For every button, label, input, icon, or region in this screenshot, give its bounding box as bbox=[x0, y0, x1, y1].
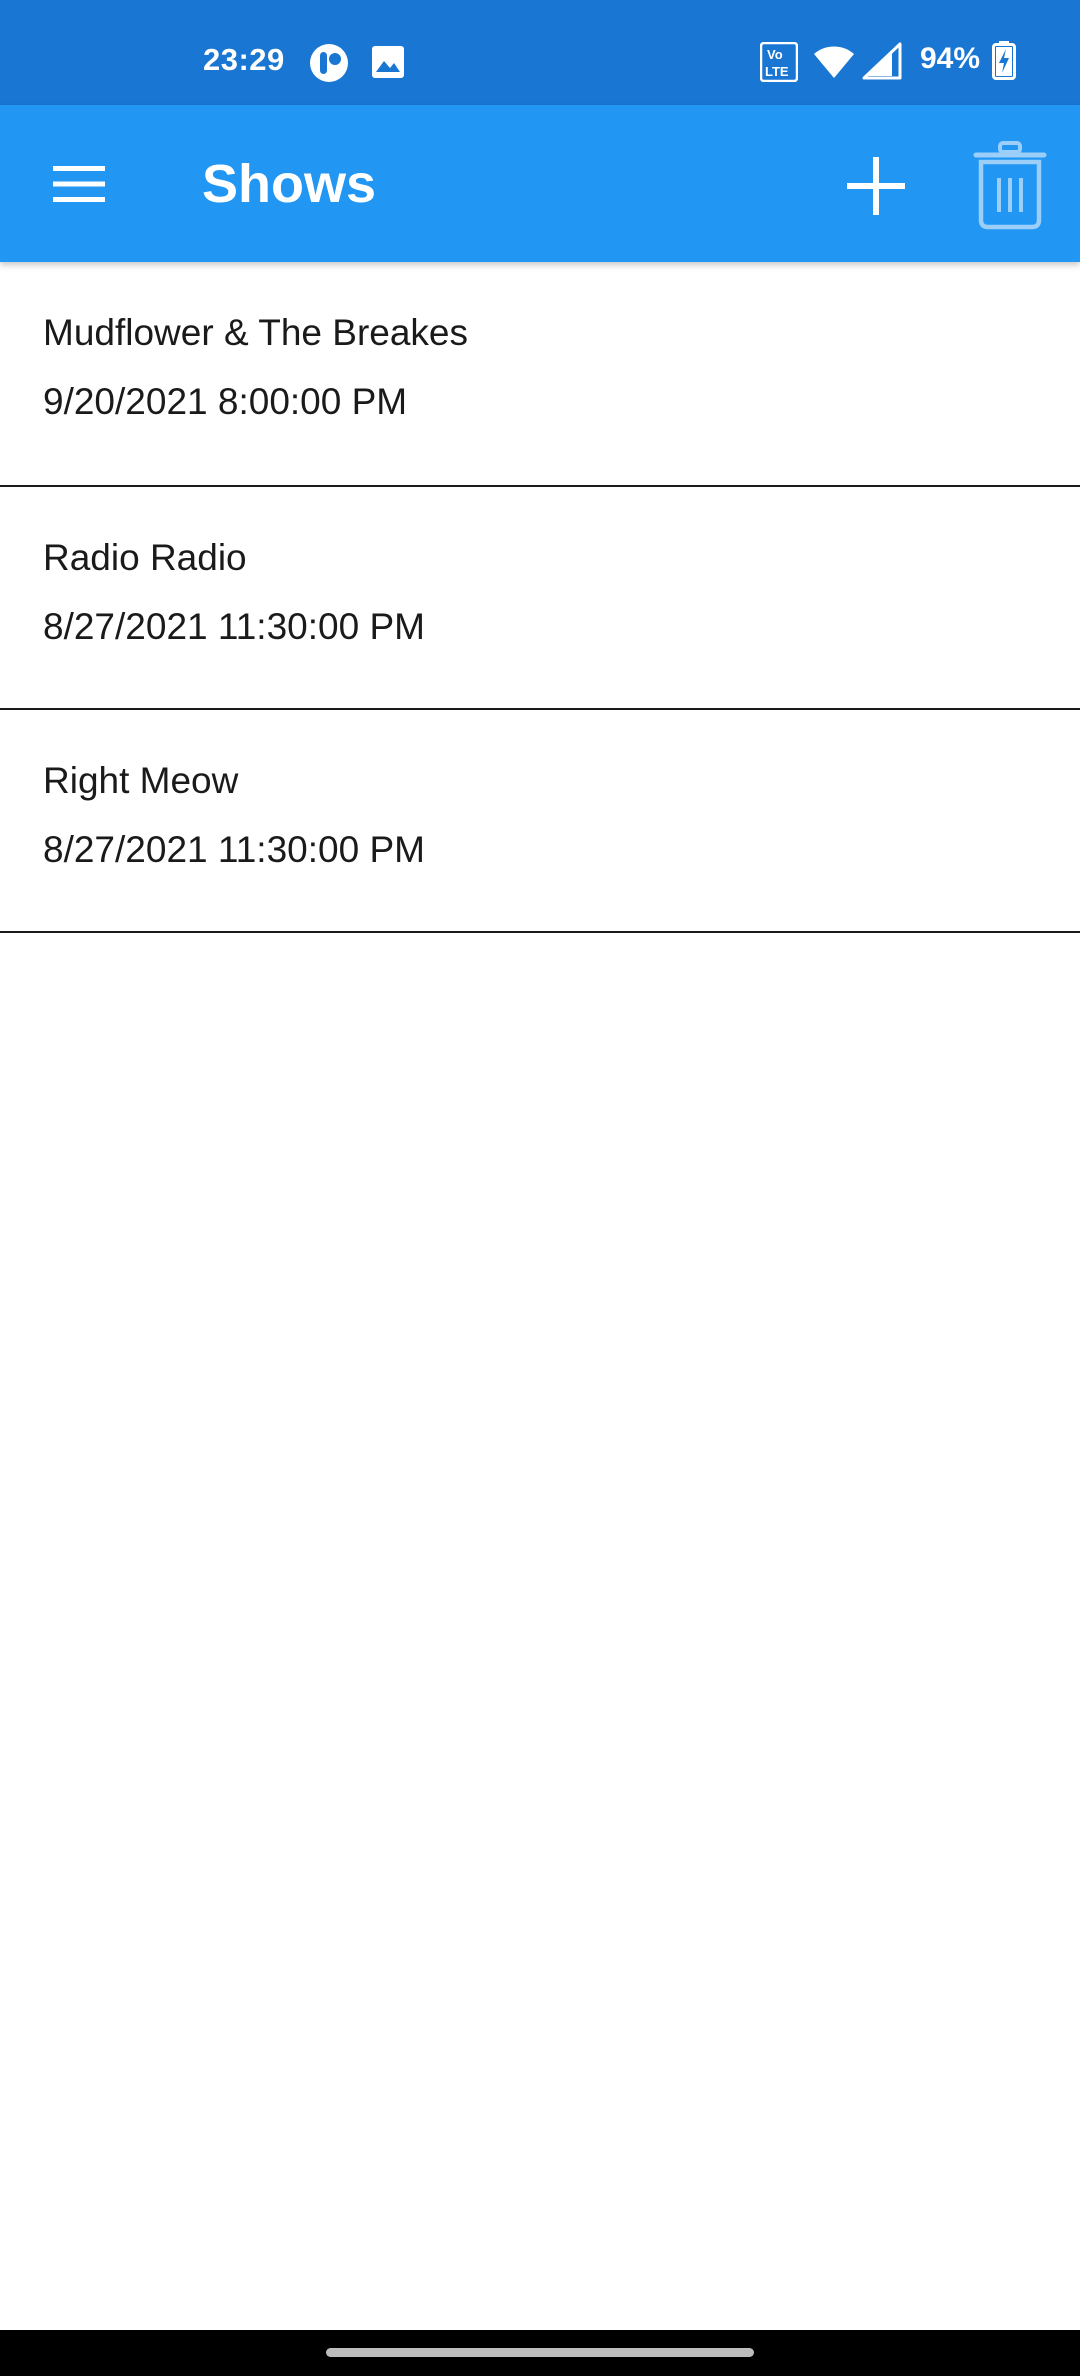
battery-percent: 94% bbox=[920, 42, 981, 75]
gesture-handle[interactable] bbox=[326, 2348, 754, 2357]
delete-button[interactable] bbox=[962, 135, 1058, 235]
app-bar: Shows bbox=[0, 105, 1080, 262]
trash-icon bbox=[973, 141, 1047, 230]
show-list: Mudflower & The Breakes 9/20/2021 8:00:0… bbox=[0, 262, 1080, 933]
list-item[interactable]: Mudflower & The Breakes 9/20/2021 8:00:0… bbox=[0, 262, 1080, 487]
wifi-icon bbox=[814, 46, 854, 78]
hamburger-menu-icon bbox=[53, 166, 105, 202]
show-name: Radio Radio bbox=[43, 537, 247, 578]
show-datetime: 8/27/2021 11:30:00 PM bbox=[43, 829, 425, 870]
svg-text:Vo: Vo bbox=[767, 47, 783, 62]
show-name: Right Meow bbox=[43, 760, 239, 801]
gallery-icon bbox=[372, 46, 404, 78]
battery-charging-icon bbox=[992, 41, 1016, 80]
show-name: Mudflower & The Breakes bbox=[43, 312, 469, 353]
menu-button[interactable] bbox=[30, 135, 128, 233]
show-datetime: 8/27/2021 11:30:00 PM bbox=[43, 606, 425, 647]
navigation-bar bbox=[0, 2330, 1080, 2376]
volte-icon: Vo LTE bbox=[760, 42, 798, 82]
svg-text:LTE: LTE bbox=[765, 64, 789, 79]
add-show-button[interactable] bbox=[826, 143, 926, 229]
cell-signal-icon bbox=[862, 42, 902, 80]
screen: 23:29 Vo LTE 94% Shows Mudflower & The B… bbox=[0, 0, 1080, 2376]
list-item[interactable]: Right Meow 8/27/2021 11:30:00 PM bbox=[0, 710, 1080, 933]
status-time: 23:29 bbox=[203, 42, 285, 77]
show-datetime: 9/20/2021 8:00:00 PM bbox=[43, 381, 408, 422]
plus-icon bbox=[847, 157, 905, 215]
page-title: Shows bbox=[202, 154, 377, 214]
status-bar: 23:29 Vo LTE 94% bbox=[0, 0, 1080, 105]
list-item[interactable]: Radio Radio 8/27/2021 11:30:00 PM bbox=[0, 487, 1080, 710]
app-notification-icon bbox=[310, 44, 348, 82]
